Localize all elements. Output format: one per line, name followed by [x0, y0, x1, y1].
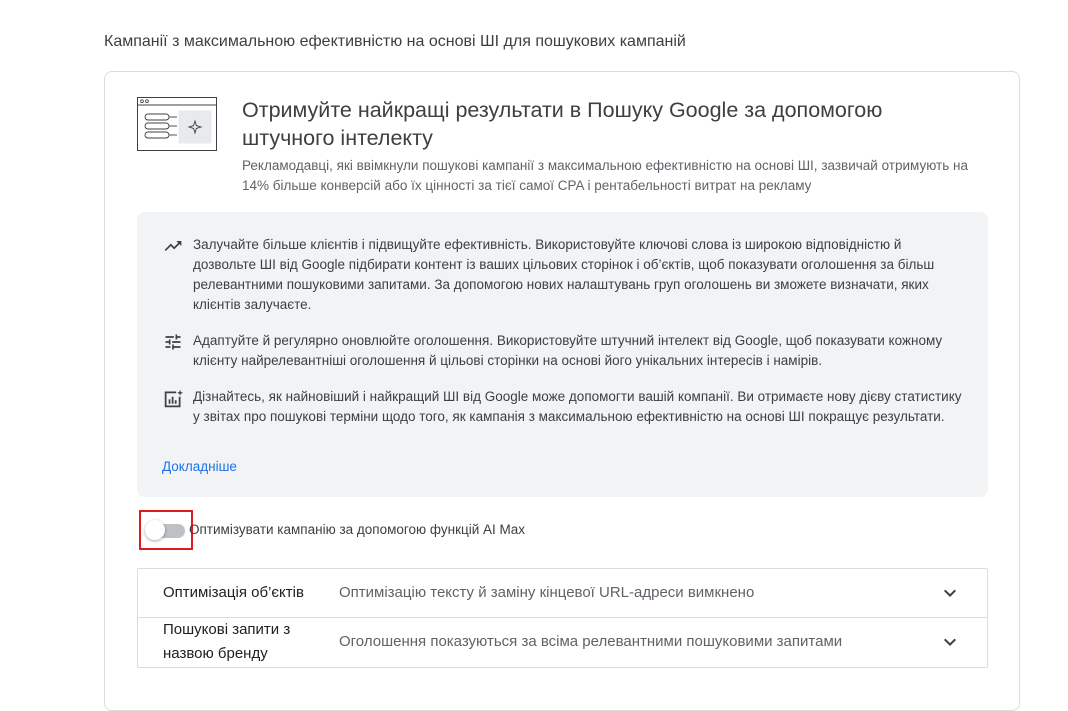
trending-up-icon	[162, 235, 184, 257]
benefit-text: Адаптуйте й регулярно оновлюйте оголошен…	[193, 333, 943, 368]
setting-value: Оголошення показуються за всіма релевант…	[339, 633, 843, 650]
setting-row-brand-queries[interactable]: Пошукові запити з назвою бренду Оголошен…	[138, 617, 987, 665]
learn-more-link[interactable]: Докладніше	[162, 459, 237, 474]
tune-icon	[162, 331, 184, 353]
benefit-item: Залучайте більше клієнтів і підвищуйте е…	[162, 235, 967, 315]
insights-icon	[162, 387, 184, 409]
hero-title: Отримуйте найкращі результати в Пошуку G…	[242, 98, 883, 150]
ai-max-toggle-highlight	[139, 510, 193, 550]
setting-row-asset-optimization[interactable]: Оптимізація об’єктів Оптимізацію тексту …	[138, 569, 987, 617]
chevron-down-icon[interactable]	[938, 581, 962, 605]
benefit-item: Дізнайтесь, як найновіший і найкращий ШІ…	[162, 387, 967, 427]
page-heading: Кампанії з максимальною ефективністю на …	[104, 33, 686, 50]
ai-max-toggle-label: Оптимізувати кампанію за допомогою функц…	[189, 522, 526, 537]
ai-max-toggle-knob[interactable]	[145, 520, 165, 540]
chevron-down-icon[interactable]	[938, 630, 962, 654]
ai-max-card: Отримуйте найкращі результати в Пошуку G…	[104, 71, 1020, 711]
benefits-panel: Залучайте більше клієнтів і підвищуйте е…	[137, 212, 988, 497]
benefit-text: Залучайте більше клієнтів і підвищуйте е…	[193, 237, 935, 312]
benefit-item: Адаптуйте й регулярно оновлюйте оголошен…	[162, 331, 967, 371]
setting-name: Оптимізація об’єктів	[163, 584, 304, 601]
hero-subtitle: Рекламодавці, які ввімкнули пошукові кам…	[242, 158, 968, 193]
setting-name: Пошукові запити з назвою бренду	[163, 621, 291, 662]
benefit-text: Дізнайтесь, як найновіший і найкращий ШІ…	[193, 389, 962, 424]
ai-search-illustration	[137, 97, 217, 151]
settings-list: Оптимізація об’єктів Оптимізацію тексту …	[137, 568, 988, 668]
setting-value: Оптимізацію тексту й заміну кінцевої URL…	[339, 584, 755, 601]
